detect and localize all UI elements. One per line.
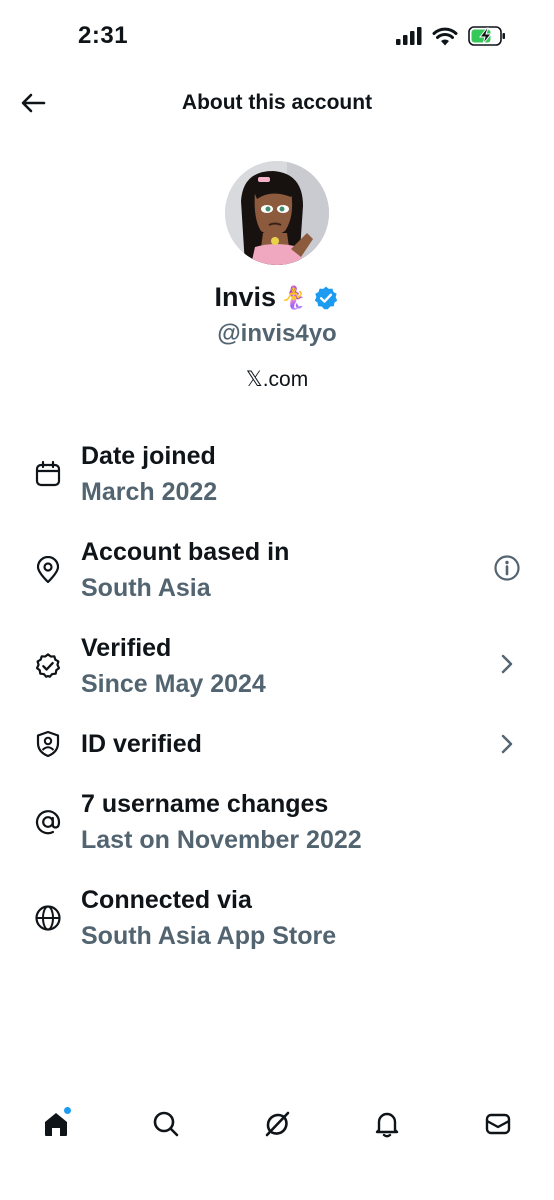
avatar[interactable] [225,161,329,265]
display-name: Invis [214,282,277,312]
nav-home[interactable] [38,1106,74,1144]
chevron-right-icon[interactable] [492,649,522,679]
location-pin-icon [34,555,62,584]
info-title: ID verified [81,730,202,758]
chevron-right-icon[interactable] [492,729,522,759]
info-row-connected-via: Connected via South Asia App Store [0,882,554,962]
id-shield-icon [34,730,62,758]
unread-dot [63,1106,72,1115]
info-value: South Asia [81,574,211,602]
nav-notifications[interactable] [369,1108,405,1144]
info-value: Since May 2024 [81,670,266,698]
messages-icon [483,1109,513,1144]
info-text: Connected via South Asia App Store [81,882,336,954]
info-row-account-based-in: Account based in South Asia [0,534,554,614]
info-value: South Asia App Store [81,922,337,950]
info-row-username-changes: 7 username changes Last on November 2022 [0,786,554,866]
info-row-verified[interactable]: Verified Since May 2024 [0,630,554,710]
nav-messages[interactable] [480,1108,516,1144]
status-time: 2:31 [78,22,129,49]
info-title: Account based in [81,538,290,566]
bottom-nav [0,1100,554,1150]
calendar-icon [34,460,62,488]
status-bar: 2:31 [0,0,554,76]
globe-icon [34,904,62,932]
info-text: Verified Since May 2024 [81,630,266,702]
status-icons [396,26,506,51]
info-title: Date joined [81,442,216,470]
info-value: Last on November 2022 [81,826,362,854]
info-value: March 2022 [81,478,218,506]
domain-label: 𝕏.com [245,368,309,391]
info-text: Date joined March 2022 [81,438,217,510]
header: About this account [0,78,554,132]
search-icon [151,1109,181,1144]
info-title: Verified [81,634,172,662]
mermaid-emoji: 🧜‍♀️ [280,284,308,310]
wifi-icon [432,27,458,51]
notifications-icon [372,1109,402,1144]
info-title: 7 username changes [81,790,329,818]
nav-grok[interactable] [259,1108,295,1144]
info-text: Account based in South Asia [81,534,289,606]
nav-search[interactable] [148,1108,184,1144]
at-sign-icon [34,808,62,836]
handle: @invis4yo [217,320,337,347]
info-row-date-joined: Date joined March 2022 [0,438,554,518]
info-text: ID verified [81,726,202,762]
info-icon[interactable] [492,553,522,583]
name-row: Invis 🧜‍♀️ [0,282,554,313]
grok-icon [262,1109,292,1144]
cellular-signal-icon [396,27,422,50]
verified-check-icon [34,652,62,680]
verified-badge-icon[interactable] [313,285,339,311]
info-text: 7 username changes Last on November 2022 [81,786,362,858]
battery-charging-icon [468,26,506,51]
info-title: Connected via [81,886,252,914]
page-title: About this account [181,91,373,114]
